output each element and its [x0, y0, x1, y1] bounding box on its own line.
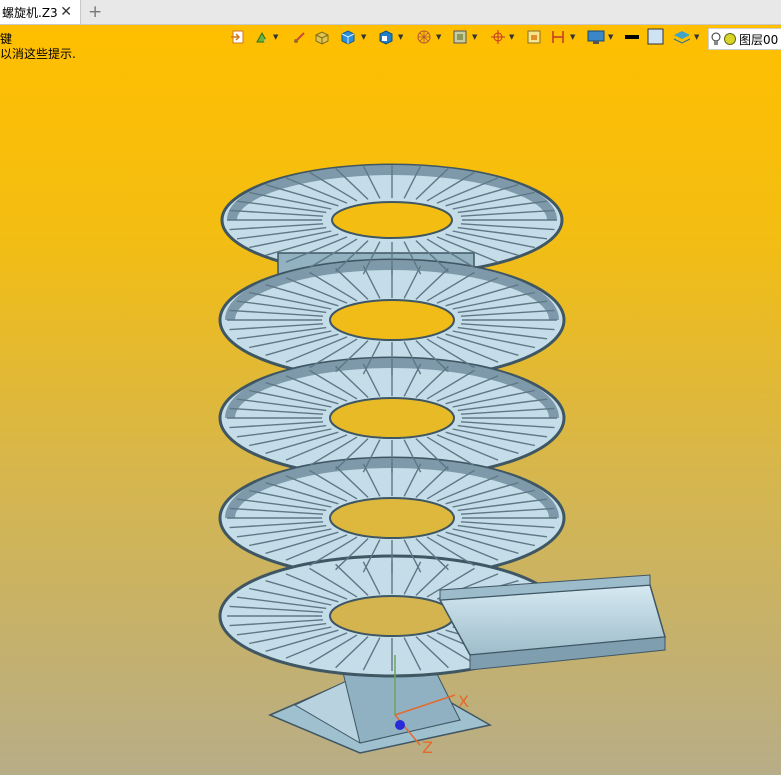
axis-x-label: X — [458, 692, 469, 711]
close-icon[interactable]: ✕ — [60, 4, 72, 20]
3d-viewport[interactable]: 键 以消这些提示. ▼ ▼ ▼ ▼ ▼ ▼ ▼ ▼ ▼ 图层00 X Z — [0, 25, 781, 775]
axis-z-label: Z — [422, 738, 433, 757]
tab-bar: 螺旋机.Z3 ✕ + — [0, 0, 781, 25]
spiral-conveyor-model[interactable]: X Z — [0, 25, 781, 775]
document-tab-title: 螺旋机.Z3 — [2, 5, 58, 20]
document-tab[interactable]: 螺旋机.Z3 ✕ — [0, 0, 81, 24]
add-tab-icon[interactable]: + — [88, 2, 102, 22]
exit-conveyor — [438, 574, 666, 671]
